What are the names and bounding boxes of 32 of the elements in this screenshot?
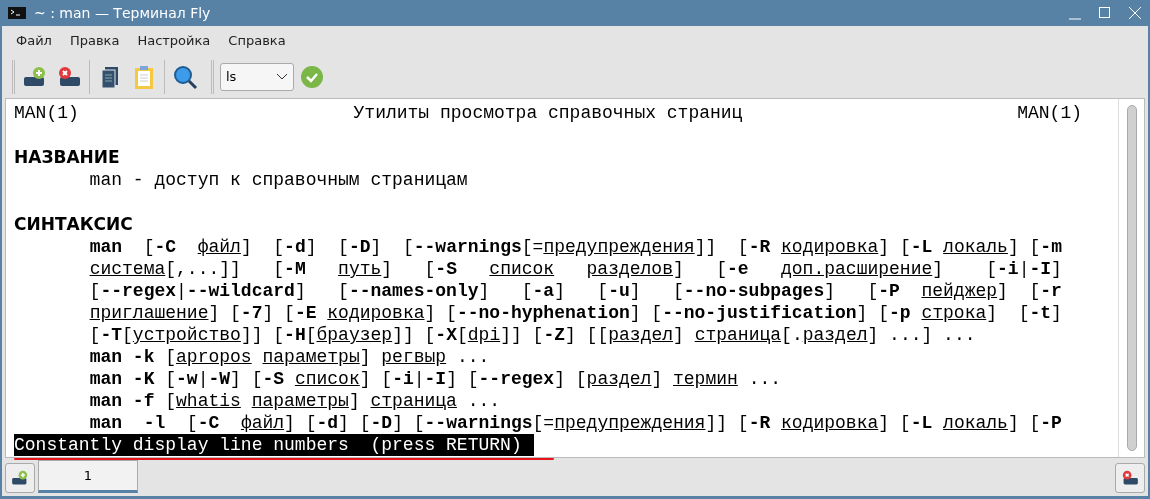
section-heading: НАЗВАНИЕ — [14, 147, 120, 167]
terminal-line: [--regex|--wildcard] [--names-only] [-a] [-u] [--no-subpages] [-P пейджер] [-r — [88, 281, 1062, 301]
scrollbar-thumb[interactable] — [1126, 105, 1137, 451]
close-tab-button[interactable] — [1115, 463, 1145, 493]
window-title: ~ : man — Терминал Fly — [34, 3, 211, 23]
search-icon[interactable] — [171, 63, 199, 91]
section-heading: СИНТАКСИС — [14, 214, 133, 234]
run-check-icon[interactable] — [300, 65, 324, 89]
terminal-line: man [-C файл] [-d] [-D] [--warnings[=предупреждения]] [-R кодировка] [-L локаль] [-m — [88, 237, 1062, 257]
command-combo[interactable]: ls — [220, 63, 294, 91]
maximize-icon[interactable] — [1098, 6, 1112, 20]
terminal-line: man -f [whatis параметры] страница ... — [88, 391, 501, 411]
chevron-down-icon — [276, 73, 288, 81]
close-icon[interactable] — [1128, 6, 1142, 20]
terminal-icon — [8, 7, 26, 19]
terminal-line: man -k [apropos параметры] регвыр ... — [88, 347, 490, 367]
menu-item[interactable]: Файл — [7, 29, 61, 53]
terminal-line: [-T[устройство]] [-H[браузер]] [-X[dpi]] [-Z] [[раздел] страница[.раздел] ...] ... — [88, 325, 976, 345]
terminal-line: man -l [-C файл] [-d] [-D] [--warnings[=предупреждения]] [-R кодировка] [-L локаль] [-P — [88, 413, 1062, 433]
menu-item[interactable]: Правка — [60, 29, 129, 53]
terminal-line: man - доступ к справочным страницам — [88, 170, 468, 190]
man-page-name: MAN(1) — [1017, 102, 1082, 124]
menu-item[interactable]: Справка — [219, 29, 295, 53]
man-page-name: MAN(1) — [14, 102, 79, 124]
menu-item[interactable]: Настройка — [128, 29, 220, 53]
man-page-section-title: Утилиты просмотра справочных страниц — [353, 102, 743, 124]
pager-prompt: Constantly display line numbers (press RETURN) — [14, 434, 534, 456]
terminal-line: система[,...]] [-M путь] [-S список разделов] [-e доп.расширение] [-i|-I] — [88, 259, 1062, 279]
tab[interactable]: 1 — [38, 460, 138, 493]
new-tab-button[interactable] — [5, 463, 35, 493]
terminal-line: приглашение] [-7] [-E кодировка] [--no-hyphenation] [--no-justification] [-p строка] [-t] — [88, 303, 1062, 323]
terminal-line: man -K [-w|-W] [-S список] [-i|-I] [--regex] [раздел] термин ... — [88, 369, 782, 389]
